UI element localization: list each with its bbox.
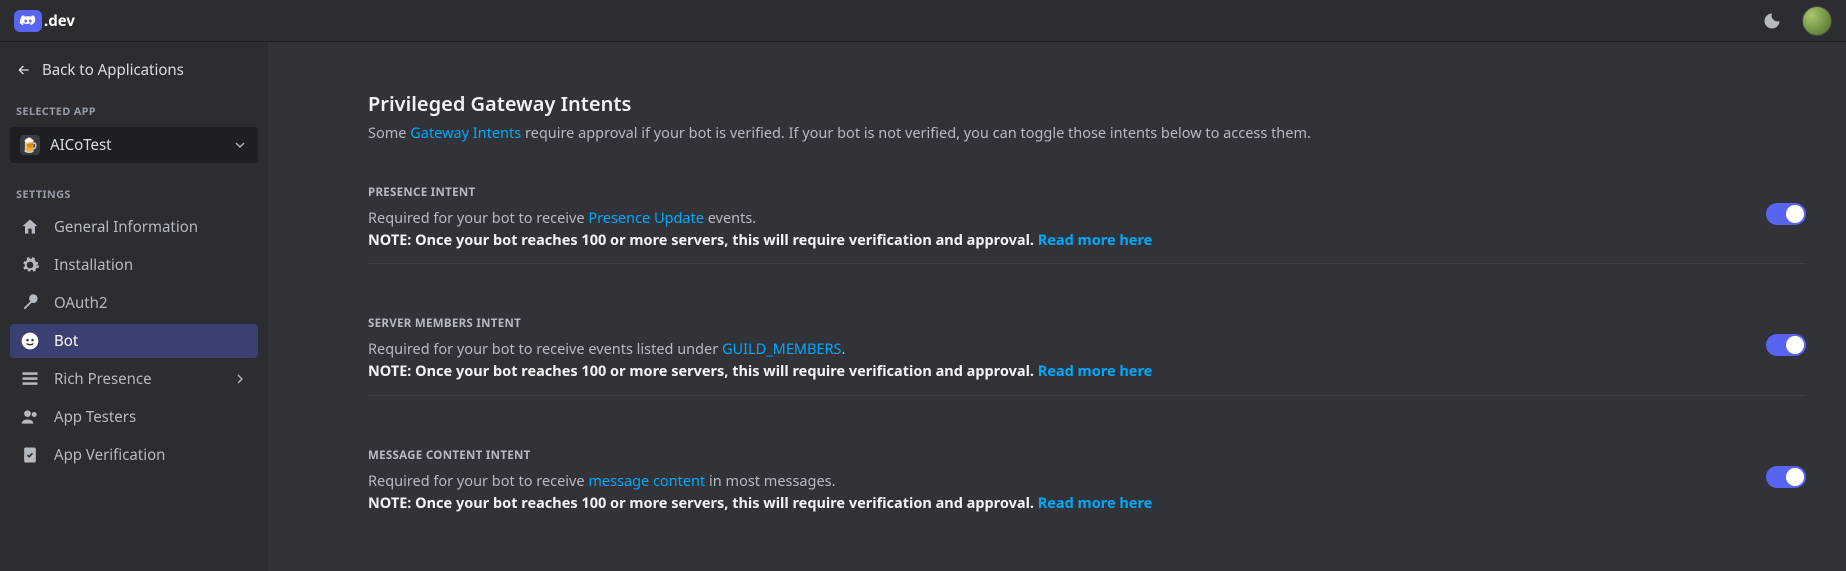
clipboard-check-icon xyxy=(20,445,40,465)
sidebar-item-installation[interactable]: Installation xyxy=(10,248,258,282)
intent-label: MESSAGE CONTENT INTENT xyxy=(368,448,1806,463)
moon-icon xyxy=(1762,11,1782,31)
intent-note: NOTE: Once your bot reaches 100 or more … xyxy=(368,230,1806,252)
sidebar-item-label: OAuth2 xyxy=(54,293,108,313)
sidebar-item-bot[interactable]: Bot xyxy=(10,324,258,358)
gateway-intents-link[interactable]: Gateway Intents xyxy=(410,123,521,143)
user-avatar[interactable] xyxy=(1802,6,1832,36)
sidebar-item-label: App Verification xyxy=(54,445,165,465)
read-more-link[interactable]: Read more here xyxy=(1038,230,1153,250)
intent-text: Required for your bot to receive message… xyxy=(368,471,1806,493)
discord-logo-icon xyxy=(14,10,42,32)
message-content-link[interactable]: message content xyxy=(588,471,705,491)
brand-suffix: .dev xyxy=(44,11,75,31)
read-more-link[interactable]: Read more here xyxy=(1038,493,1153,513)
intent-presence: PRESENCE INTENT Required for your bot to… xyxy=(368,185,1806,277)
intent-text: Required for your bot to receive Presenc… xyxy=(368,208,1806,230)
bot-icon xyxy=(20,331,40,351)
sidebar-item-app-testers[interactable]: App Testers xyxy=(10,400,258,434)
intent-label: PRESENCE INTENT xyxy=(368,185,1806,200)
intent-note: NOTE: Once your bot reaches 100 or more … xyxy=(368,361,1806,383)
sidebar-item-general-information[interactable]: General Information xyxy=(10,210,258,244)
settings-heading: SETTINGS xyxy=(10,181,258,206)
toggle-knob xyxy=(1786,205,1804,223)
intent-server-members: SERVER MEMBERS INTENT Required for your … xyxy=(368,316,1806,408)
sidebar-item-label: Installation xyxy=(54,255,133,275)
sidebar-item-app-verification[interactable]: App Verification xyxy=(10,438,258,472)
sidebar-item-oauth2[interactable]: OAuth2 xyxy=(10,286,258,320)
sidebar: Back to Applications SELECTED APP 🍺 AICo… xyxy=(0,42,268,571)
list-icon xyxy=(20,369,40,389)
chevron-down-icon xyxy=(232,137,248,153)
guild-members-link[interactable]: GUILD_MEMBERS xyxy=(722,339,842,359)
wrench-icon xyxy=(20,293,40,313)
read-more-link[interactable]: Read more here xyxy=(1038,361,1153,381)
chevron-right-icon xyxy=(232,371,248,387)
sidebar-item-label: Bot xyxy=(54,331,78,351)
page-description: Some Gateway Intents require approval if… xyxy=(368,123,1806,145)
sidebar-item-label: General Information xyxy=(54,217,198,237)
top-bar: .dev xyxy=(0,0,1846,42)
intent-text: Required for your bot to receive events … xyxy=(368,339,1806,361)
toggle-knob xyxy=(1786,336,1804,354)
app-selector[interactable]: 🍺 AICoTest xyxy=(10,127,258,163)
home-icon xyxy=(20,217,40,237)
selected-app-heading: SELECTED APP xyxy=(10,98,258,123)
main-content: Privileged Gateway Intents Some Gateway … xyxy=(268,42,1846,571)
intent-message-content: MESSAGE CONTENT INTENT Required for your… xyxy=(368,448,1806,527)
brand-logo[interactable]: .dev xyxy=(14,10,75,32)
sidebar-item-label: Rich Presence xyxy=(54,369,152,389)
back-label: Back to Applications xyxy=(42,60,184,80)
gear-icon xyxy=(20,255,40,275)
toggle-knob xyxy=(1786,468,1804,486)
intent-note: NOTE: Once your bot reaches 100 or more … xyxy=(368,493,1806,515)
arrow-left-icon xyxy=(16,62,32,78)
sidebar-item-label: App Testers xyxy=(54,407,136,427)
intent-label: SERVER MEMBERS INTENT xyxy=(368,316,1806,331)
app-icon: 🍺 xyxy=(20,135,40,155)
back-to-applications-link[interactable]: Back to Applications xyxy=(10,54,258,94)
presence-update-link[interactable]: Presence Update xyxy=(588,208,704,228)
presence-intent-toggle[interactable] xyxy=(1766,203,1806,225)
sidebar-item-rich-presence[interactable]: Rich Presence xyxy=(10,362,258,396)
page-title: Privileged Gateway Intents xyxy=(368,90,1806,117)
theme-toggle-button[interactable] xyxy=(1760,9,1784,33)
users-icon xyxy=(20,407,40,427)
server-members-intent-toggle[interactable] xyxy=(1766,334,1806,356)
app-name: AICoTest xyxy=(50,135,112,155)
message-content-intent-toggle[interactable] xyxy=(1766,466,1806,488)
